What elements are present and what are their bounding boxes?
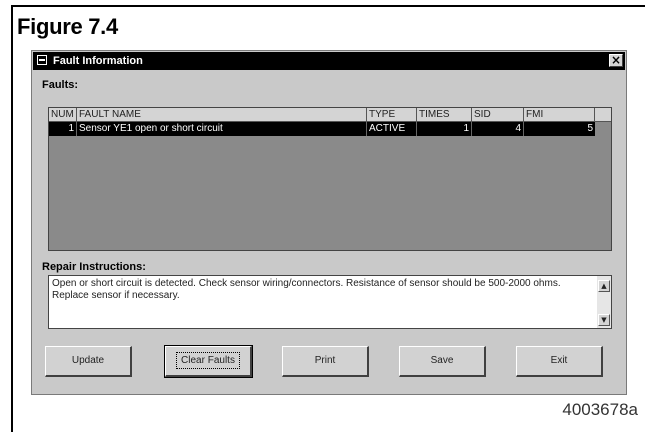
column-header-times[interactable]: TIMES [417, 108, 472, 122]
column-header-fmi[interactable]: FMI [524, 108, 595, 122]
table-row[interactable]: 1 Sensor YE1 open or short circuit ACTIV… [49, 122, 595, 136]
faults-label: Faults: [42, 79, 79, 91]
column-header-type[interactable]: TYPE [367, 108, 417, 122]
exit-button-label: Exit [550, 355, 568, 366]
fault-information-window: Fault Information × Faults: NUM FAULT NA… [31, 50, 627, 395]
cell-times: 1 [417, 122, 472, 136]
update-button-label: Update [71, 355, 105, 366]
clear-faults-button-label: Clear Faults [176, 352, 240, 369]
system-menu-icon[interactable] [37, 55, 47, 65]
repair-instructions-text: Open or short circuit is detected. Check… [52, 278, 561, 301]
title-bar[interactable]: Fault Information × [33, 52, 625, 70]
repair-instructions-textarea[interactable]: Open or short circuit is detected. Check… [48, 275, 612, 329]
figure-title: Figure 7.4 [17, 14, 118, 39]
save-button-label: Save [430, 355, 454, 366]
column-header-num[interactable]: NUM [49, 108, 77, 122]
window-title: Fault Information [53, 55, 143, 67]
column-header-filler [595, 108, 611, 122]
cell-sid: 4 [472, 122, 524, 136]
cell-fault-name: Sensor YE1 open or short circuit [77, 122, 367, 136]
repair-instructions-label: Repair Instructions: [42, 261, 146, 273]
faults-list[interactable]: NUM FAULT NAME TYPE TIMES SID FMI 1 Sens… [48, 107, 612, 251]
scroll-up-icon[interactable]: ▲ [598, 280, 610, 292]
update-button[interactable]: Update [45, 346, 132, 377]
clear-faults-button[interactable]: Clear Faults [164, 345, 253, 378]
save-button[interactable]: Save [399, 346, 486, 377]
cell-type: ACTIVE [367, 122, 417, 136]
close-button[interactable]: × [609, 54, 623, 67]
column-header-fault-name[interactable]: FAULT NAME [77, 108, 367, 122]
exit-button[interactable]: Exit [516, 346, 603, 377]
print-button[interactable]: Print [282, 346, 369, 377]
repair-scrollbar[interactable]: ▲ ▼ [597, 276, 611, 328]
cell-num: 1 [49, 122, 77, 136]
cell-fmi: 5 [587, 123, 593, 134]
print-button-label: Print [314, 355, 336, 366]
figure-code: 4003678a [562, 400, 638, 419]
column-header-sid[interactable]: SID [472, 108, 524, 122]
scroll-down-icon[interactable]: ▼ [598, 314, 610, 326]
